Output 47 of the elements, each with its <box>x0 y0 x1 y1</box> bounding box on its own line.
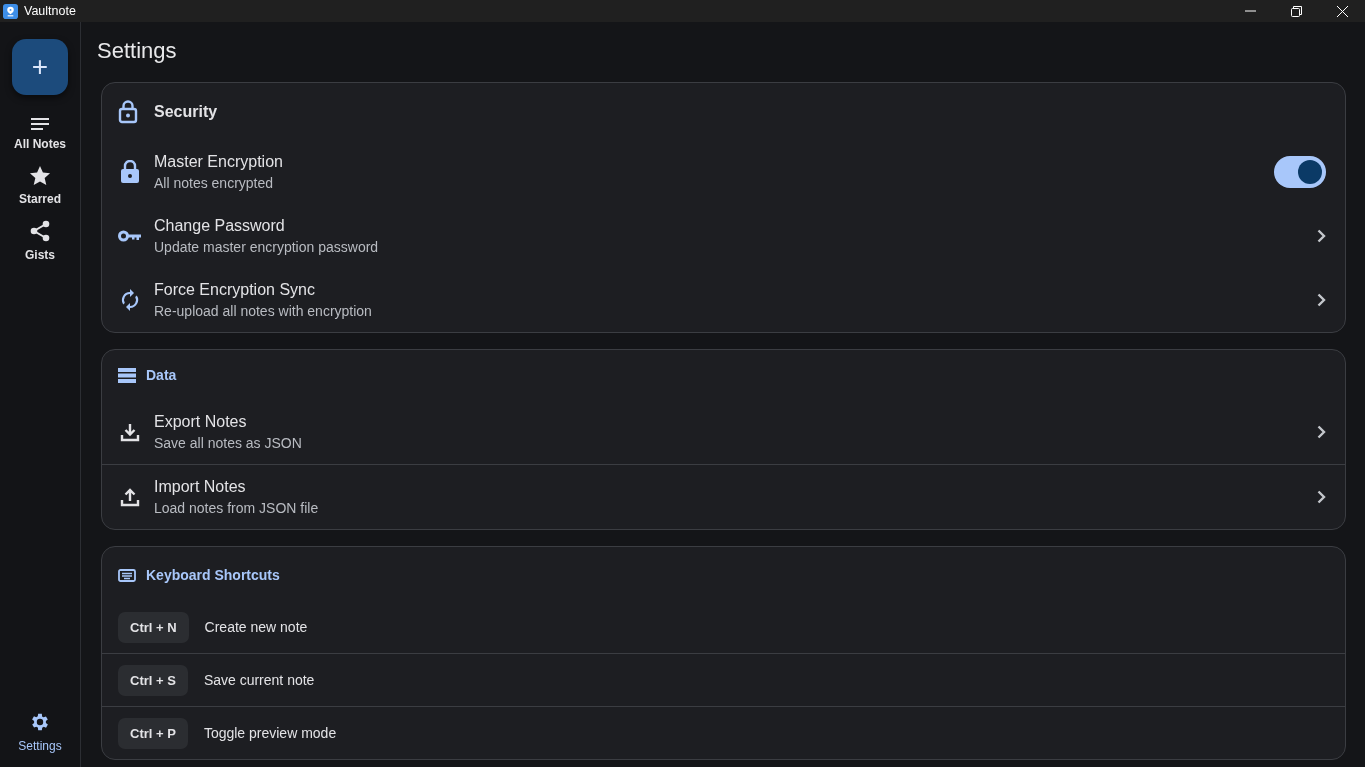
setting-title: Force Encryption Sync <box>154 281 316 299</box>
minimize-icon[interactable] <box>1244 10 1256 12</box>
key-combo: Ctrl + N <box>118 611 189 643</box>
setting-title: Export Notes <box>154 413 248 431</box>
upload-icon <box>120 487 140 507</box>
setting-description: All notes encrypted <box>154 175 275 191</box>
notes-list-icon <box>30 117 50 131</box>
setting-title: Change Password <box>154 217 286 235</box>
page-title: Settings <box>97 38 178 64</box>
setting-title: Master Encryption <box>154 153 284 171</box>
chevron-right-icon[interactable] <box>1317 293 1326 307</box>
lock-icon <box>120 160 140 184</box>
app-logo-icon <box>3 3 18 19</box>
lock-icon <box>118 100 138 124</box>
storage-icon <box>118 367 136 383</box>
window-title: Vaultnote <box>24 4 76 18</box>
shortcut-description: Create new note <box>204 619 308 635</box>
shortcut-description: Save current note <box>203 672 315 688</box>
keyboard-icon <box>118 568 136 582</box>
sidebar-item[interactable]: All Notes <box>4 117 76 151</box>
section-title: Keyboard Shortcuts <box>146 567 280 583</box>
close-icon[interactable] <box>1336 5 1348 17</box>
toggle-switch[interactable] <box>1274 156 1326 188</box>
shortcut-description: Toggle preview mode <box>203 725 337 741</box>
settings-icon <box>29 711 51 733</box>
restore-icon[interactable] <box>1290 5 1302 17</box>
download-icon <box>120 422 140 442</box>
chevron-right-icon[interactable] <box>1317 490 1326 504</box>
share-icon <box>30 220 50 242</box>
setting-description: Save all notes as JSON <box>154 435 303 451</box>
setting-description: Load notes from JSON file <box>154 500 320 516</box>
chevron-right-icon[interactable] <box>1317 229 1326 243</box>
sync-icon <box>120 288 140 312</box>
setting-title: Import Notes <box>154 478 247 496</box>
key-combo: Ctrl + P <box>118 717 188 749</box>
new-note-button[interactable]: + <box>12 39 68 95</box>
sidebar-item[interactable]: Settings <box>4 711 76 753</box>
chevron-right-icon[interactable] <box>1317 425 1326 439</box>
sidebar-item[interactable]: Gists <box>4 220 76 262</box>
key-combo: Ctrl + S <box>118 664 188 696</box>
setting-description: Re-upload all notes with encryption <box>154 303 373 319</box>
section-title: Security <box>154 103 218 121</box>
star-icon <box>29 165 51 186</box>
setting-description: Update master encryption password <box>154 239 380 255</box>
section-title: Data <box>146 367 177 383</box>
sidebar-item[interactable]: Starred <box>4 165 76 206</box>
key-icon <box>118 230 142 242</box>
